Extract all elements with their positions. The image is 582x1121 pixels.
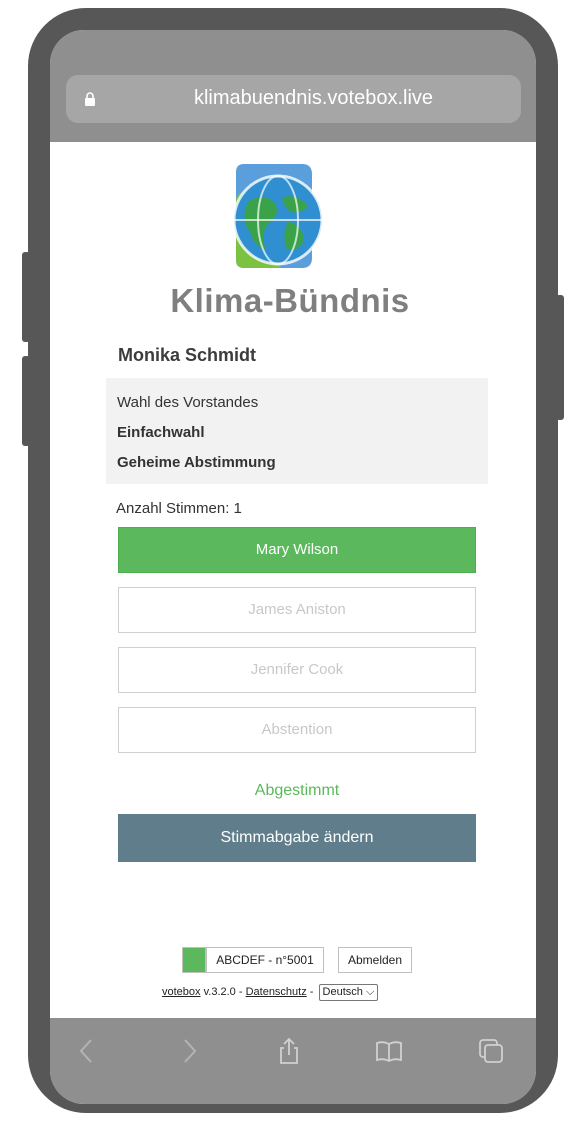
- klima-buendnis-logo: Klima-Bündnis: [170, 162, 410, 327]
- globe-logo-icon: [232, 164, 324, 268]
- votes-count: Anzahl Stimmen: 1: [116, 500, 242, 517]
- phone-screen: klimabuendnis.votebox.live Klima-Bündnis: [50, 30, 536, 1104]
- chevron-down-icon: ⌵: [365, 986, 375, 998]
- chevron-left-icon[interactable]: [72, 1036, 102, 1066]
- ballot-type: Einfachwahl: [117, 424, 205, 441]
- version-text: v.3.2.0 -: [200, 986, 246, 998]
- privacy-link[interactable]: Datenschutz: [246, 986, 307, 998]
- option-james-aniston[interactable]: James Aniston: [118, 587, 476, 633]
- session-color-badge: [182, 947, 206, 973]
- tabs-icon[interactable]: [476, 1036, 506, 1066]
- phone-frame: klimabuendnis.votebox.live Klima-Bündnis: [28, 8, 558, 1113]
- vote-status: Abgestimmt: [254, 782, 340, 799]
- option-mary-wilson[interactable]: Mary Wilson: [118, 527, 476, 573]
- language-select[interactable]: Deutsch ⌵: [318, 984, 379, 1001]
- url-bar[interactable]: klimabuendnis.votebox.live: [66, 75, 521, 123]
- footer-separator: -: [306, 986, 317, 998]
- logo-wordmark: Klima-Bündnis: [170, 282, 410, 319]
- book-icon[interactable]: [374, 1036, 404, 1066]
- chevron-right-icon[interactable]: [174, 1036, 204, 1066]
- option-jennifer-cook[interactable]: Jennifer Cook: [118, 647, 476, 693]
- share-icon[interactable]: [274, 1036, 304, 1066]
- ballot-mode: Geheime Abstimmung: [117, 454, 276, 471]
- session-code: ABCDEF - n°5001: [206, 947, 324, 973]
- change-vote-button[interactable]: Stimmabgabe ändern: [118, 814, 476, 862]
- votebox-link[interactable]: votebox: [162, 986, 201, 998]
- footer-links: votebox v.3.2.0 - Datenschutz - Deutsch …: [162, 984, 379, 1001]
- option-abstention[interactable]: Abstention: [118, 707, 476, 753]
- ballot-title: Wahl des Vorstandes: [117, 394, 259, 411]
- language-value: Deutsch: [322, 986, 363, 998]
- browser-bottombar: [50, 1018, 536, 1104]
- ballot-info-box: Wahl des Vorstandes Einfachwahl Geheime …: [106, 378, 488, 484]
- browser-topbar: klimabuendnis.votebox.live: [50, 30, 536, 142]
- url-text: klimabuendnis.votebox.live: [193, 87, 434, 109]
- logout-button[interactable]: Abmelden: [338, 947, 412, 973]
- voter-name: Monika Schmidt: [118, 345, 257, 365]
